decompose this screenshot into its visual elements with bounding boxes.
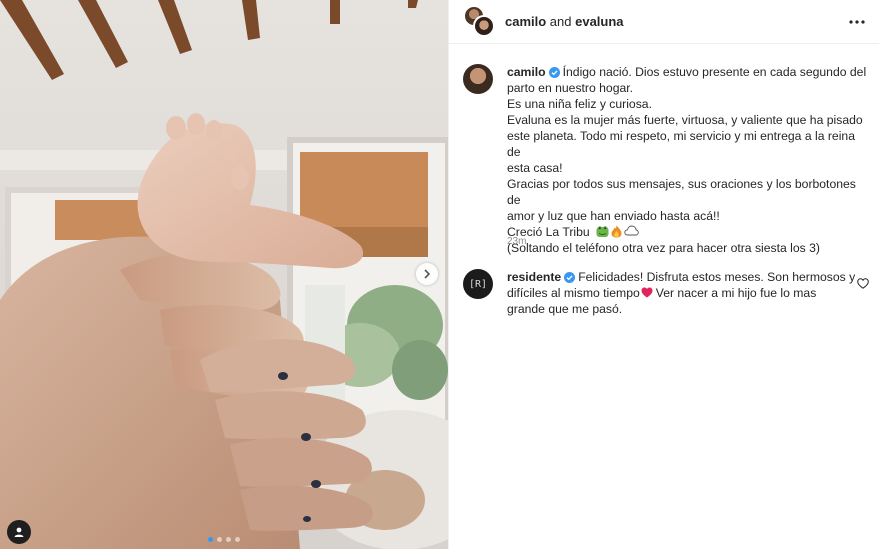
caption-line-0: Índigo nació. Dios estuvo presente en ca… [562, 65, 867, 79]
caption-avatar[interactable] [463, 64, 493, 94]
collab-avatars[interactable] [463, 4, 497, 39]
carousel-dot [226, 537, 231, 542]
comment-line-0: Felicidades! Disfruta estos meses. Son h… [578, 270, 856, 284]
caption-line-2: Es una niña feliz y curiosa. [507, 97, 652, 111]
carousel-dots [0, 537, 448, 542]
comment-item: [R] residente Felicidades! Disfruta estos… [463, 269, 868, 317]
frog-emoji-icon [596, 226, 609, 237]
comment-line-3: grande que me pasó. [507, 302, 623, 316]
post-photo[interactable] [0, 0, 448, 549]
caption-line-9: (Soltando el teléfono otra vez para hace… [507, 241, 820, 255]
post-side-pane: camilo and evaluna camilo Índigo nació. D… [448, 0, 879, 549]
post-timestamp[interactable]: 23m [507, 236, 526, 247]
caption-username[interactable]: camilo [507, 65, 546, 79]
header-username-1[interactable]: camilo [505, 14, 546, 29]
more-options-button[interactable] [847, 12, 867, 32]
caption-line-5: esta casa! [507, 161, 563, 175]
caption-line-6: Gracias por todos sus mensajes, sus orac… [507, 177, 856, 207]
header-usernames: camilo and evaluna [505, 14, 624, 29]
red-heart-emoji-icon [641, 287, 653, 298]
comment-avatar[interactable]: [R] [463, 269, 493, 299]
fire-emoji-icon [611, 225, 622, 238]
newborn-foot-photo [0, 0, 448, 549]
avatar-evaluna[interactable] [473, 14, 495, 37]
carousel-dot [217, 537, 222, 542]
carousel-next-button[interactable] [416, 263, 438, 285]
caption-line-7: amor y luz que han enviado hasta acá!! [507, 209, 720, 223]
comment-text: residente Felicidades! Disfruta estos mes… [507, 269, 855, 317]
heart-outline-icon [857, 278, 869, 289]
header-username-2[interactable]: evaluna [575, 14, 623, 29]
caption-line-3: Evaluna es la mujer más fuerte, virtuosa… [507, 113, 863, 127]
verified-badge-icon [564, 272, 576, 283]
carousel-dot-active [208, 537, 213, 542]
caption-line-1: parto en nuestro hogar. [507, 81, 634, 95]
verified-badge-icon [548, 67, 560, 78]
header-connector: and [546, 14, 576, 29]
cloud-emoji-icon [624, 225, 639, 236]
post-caption: camilo Índigo nació. Dios estuvo presente… [463, 64, 868, 256]
comment-line-1: difíciles al mismo tiempo [507, 286, 640, 300]
comment-username[interactable]: residente [507, 270, 561, 284]
chevron-right-icon [424, 269, 431, 279]
caption-text: camilo Índigo nació. Dios estuvo presente… [507, 64, 868, 256]
instagram-post: camilo and evaluna camilo Índigo nació. D… [0, 0, 879, 549]
more-horizontal-icon [849, 20, 865, 24]
post-header: camilo and evaluna [449, 0, 879, 44]
comment-like-button[interactable] [857, 276, 871, 290]
comment-line-2: Ver nacer a mi hijo fue lo mas [655, 286, 817, 300]
carousel-dot [235, 537, 240, 542]
caption-line-4: este planeta. Todo mi respeto, mi servic… [507, 129, 855, 159]
